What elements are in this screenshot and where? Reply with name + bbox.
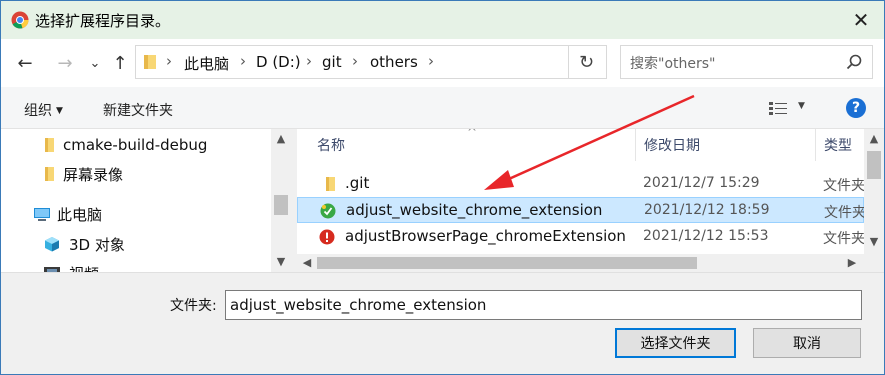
table-row[interactable]: adjustBrowserPage_chromeExtension 2021/1… (297, 224, 864, 250)
file-type: 文件夹 (824, 205, 864, 221)
breadcrumb-git[interactable]: git (322, 53, 342, 71)
select-folder-button[interactable]: 选择文件夹 (615, 328, 736, 358)
help-icon[interactable]: ? (846, 98, 866, 118)
file-type: 文件夹 (823, 231, 864, 247)
folder-icon (144, 55, 156, 69)
refresh-button[interactable]: ↻ (567, 45, 607, 79)
folder-picker-dialog: 选择扩展程序目录。 ✕ ← → ⌄ ↑ › 此电脑 › D (D:) › git… (0, 0, 885, 375)
dialog-title: 选择扩展程序目录。 (35, 12, 171, 30)
folder-name-input[interactable] (225, 290, 862, 320)
organize-menu-button[interactable]: 组织 ▼ (24, 100, 63, 120)
back-arrow-icon: ← (17, 52, 33, 74)
tree-item-videos[interactable]: 视频 (43, 259, 99, 272)
breadcrumb-this-pc[interactable]: 此电脑 (184, 53, 229, 74)
dialog-footer: 文件夹: 选择文件夹 取消 (1, 272, 884, 374)
folder-icon (326, 177, 335, 191)
tree-item-label: 此电脑 (57, 205, 103, 224)
tree-item-label: 视频 (69, 263, 99, 273)
view-options-dropdown[interactable]: ▼ (798, 101, 805, 111)
tree-item-3d-objects[interactable]: 3D 对象 (43, 230, 125, 258)
folder-icon (45, 138, 54, 152)
close-button[interactable]: ✕ (838, 1, 884, 39)
tree-item-this-pc[interactable]: 此电脑 (33, 200, 102, 228)
computer-icon (34, 208, 50, 221)
tree-item-cmake-build-debug[interactable]: cmake-build-debug (45, 131, 207, 159)
navigation-pane-scrollbar[interactable]: ▲ ▼ (271, 129, 291, 272)
cancel-button[interactable]: 取消 (753, 328, 861, 358)
video-icon (44, 267, 60, 272)
forward-arrow-icon: → (57, 52, 73, 74)
scrollbar-thumb[interactable] (867, 151, 881, 179)
organize-label: 组织 (24, 103, 52, 119)
table-row-selected[interactable]: adjust_website_chrome_extension 2021/12/… (297, 197, 864, 223)
scrollbar-corner (864, 254, 884, 272)
breadcrumb-separator[interactable]: › (428, 52, 434, 70)
column-header-name[interactable]: 名称 (309, 129, 636, 161)
file-list-vertical-scrollbar[interactable]: ▲ ▼ (864, 129, 884, 254)
caret-down-icon: ▼ (56, 106, 63, 116)
warning-folder-icon (319, 229, 335, 245)
folder-icon (45, 167, 54, 181)
file-type: 文件夹 (823, 178, 864, 194)
breadcrumb-separator[interactable]: › (352, 52, 358, 70)
file-name: adjustBrowserPage_chromeExtension (345, 227, 626, 245)
refresh-icon: ↻ (578, 51, 595, 73)
search-box[interactable]: 搜索"others" (620, 45, 873, 79)
navigation-pane[interactable]: cmake-build-debug 屏幕录像 此电脑 3D 对象 视频 (1, 129, 291, 272)
view-options-icon[interactable] (769, 101, 787, 116)
forward-button[interactable]: → (53, 51, 77, 75)
scroll-down-arrow-icon[interactable]: ▼ (271, 255, 291, 268)
file-list-horizontal-scrollbar[interactable]: ◀ ▶ (297, 254, 864, 272)
new-folder-button[interactable]: 新建文件夹 (103, 100, 173, 120)
help-glyph: ? (851, 100, 861, 116)
file-date: 2021/12/7 15:29 (643, 175, 760, 191)
title-bar: 选择扩展程序目录。 ✕ (1, 1, 884, 39)
file-date: 2021/12/12 15:53 (643, 228, 769, 244)
chevron-down-icon: ⌄ (89, 55, 101, 71)
search-icon[interactable] (845, 53, 863, 71)
scrollbar-thumb[interactable] (274, 195, 288, 215)
file-name: adjust_website_chrome_extension (346, 201, 603, 219)
scroll-up-arrow-icon[interactable]: ▲ (271, 132, 291, 145)
breadcrumb-separator[interactable]: › (306, 52, 312, 70)
breadcrumb-separator[interactable]: › (166, 52, 172, 70)
scroll-up-arrow-icon[interactable]: ▲ (864, 132, 884, 145)
3d-objects-icon (45, 237, 59, 252)
scroll-left-arrow-icon[interactable]: ◀ (297, 256, 317, 269)
column-header-type[interactable]: 类型 (816, 129, 864, 161)
scroll-down-arrow-icon[interactable]: ▼ (864, 235, 884, 248)
breadcrumb-others[interactable]: others (370, 53, 418, 71)
tree-item-label: cmake-build-debug (63, 136, 208, 154)
address-bar[interactable]: › 此电脑 › D (D:) › git › others › (135, 45, 569, 79)
navigation-bar: ← → ⌄ ↑ › 此电脑 › D (D:) › git › others › (1, 39, 884, 87)
folder-field-label: 文件夹: (170, 298, 217, 314)
breadcrumb-drive-d[interactable]: D (D:) (256, 53, 301, 71)
tree-item-label: 屏幕录像 (63, 165, 124, 184)
up-arrow-icon: ↑ (112, 52, 128, 74)
chrome-extension-icon (320, 203, 336, 219)
tree-item-label: 3D 对象 (69, 235, 125, 254)
file-list-pane[interactable]: ^ 名称 修改日期 类型 .git 2021/12/7 15:29 文件夹 ad… (297, 129, 864, 272)
scroll-right-arrow-icon[interactable]: ▶ (842, 256, 862, 269)
table-row[interactable]: .git 2021/12/7 15:29 文件夹 (297, 171, 864, 197)
search-placeholder: 搜索"others" (630, 56, 716, 72)
scrollbar-thumb[interactable] (317, 257, 697, 269)
up-button[interactable]: ↑ (108, 51, 132, 75)
column-header-date[interactable]: 修改日期 (636, 129, 816, 161)
chrome-logo-icon (11, 11, 29, 29)
tree-item-screen-recordings[interactable]: 屏幕录像 (45, 160, 123, 188)
command-toolbar: 组织 ▼ 新建文件夹 ▼ ? (1, 87, 884, 129)
breadcrumb-separator[interactable]: › (240, 52, 246, 70)
back-button[interactable]: ← (13, 51, 37, 75)
recent-locations-button[interactable]: ⌄ (83, 51, 107, 75)
file-name: .git (345, 174, 370, 192)
file-date: 2021/12/12 18:59 (644, 202, 770, 218)
close-icon: ✕ (852, 8, 870, 32)
